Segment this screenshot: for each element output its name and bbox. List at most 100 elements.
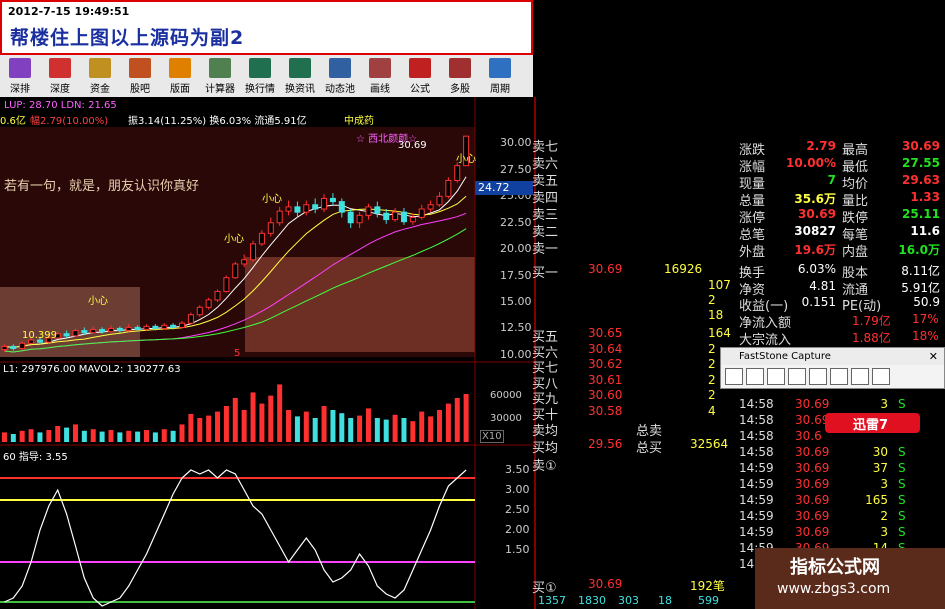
capture-rect-icon[interactable] (767, 368, 785, 385)
overlay-text: 若有一句，就是，朋友认识你真好 (4, 179, 200, 194)
volume-bar (188, 414, 194, 442)
buy-row-vol-0: 164 (708, 326, 731, 340)
indicator-tick-2: 2.50 (505, 503, 530, 516)
toolbar-label: 深排 (10, 84, 30, 95)
candle-body (214, 290, 221, 301)
candle-body (99, 329, 106, 333)
toolbar-button-11[interactable]: 多股 (440, 55, 480, 97)
tick-time-1: 14:58 (739, 413, 774, 427)
faststone-toolbar (725, 368, 890, 385)
tick-time-3: 14:58 (739, 445, 774, 459)
big-inflow-label: 大宗流入 (739, 333, 792, 348)
tick-vol-6: 165 (865, 493, 888, 507)
buy-row-price-3: 30.61 (588, 372, 623, 387)
capture-window-icon[interactable] (725, 368, 743, 385)
candle-body (19, 342, 26, 350)
candle-body (90, 329, 97, 334)
toolbar-button-6[interactable]: 换行情 (240, 55, 280, 97)
faststone-close-button[interactable]: ✕ (929, 348, 938, 365)
candle-body (179, 322, 186, 328)
volume-bar (72, 424, 78, 442)
marker-xiaoxin-2: 小心 (224, 234, 244, 245)
price-tick-3: 22.50 (500, 215, 532, 229)
candle-body (10, 345, 17, 350)
volume-bar (436, 410, 442, 442)
price-tick-4: 20.00 (500, 242, 532, 256)
volume-bar (259, 403, 265, 442)
toolbar-button-12[interactable]: 周期 (480, 55, 520, 97)
toolbar-button-9[interactable]: 画线 (360, 55, 400, 97)
sell-label-6: 卖一 (532, 242, 559, 257)
toolbar-button-10[interactable]: 公式 (400, 55, 440, 97)
indicator-header: 60 指导: 3.55 (3, 452, 68, 463)
volume-bar (135, 431, 141, 442)
volume-bar (179, 424, 185, 442)
candle-body (107, 327, 114, 333)
toolbar-button-8[interactable]: 动态池 (320, 55, 360, 97)
candle-body (63, 333, 70, 337)
bottom-num-0: 1357 (538, 594, 566, 607)
buy-row-price-0: 30.65 (588, 326, 623, 340)
buy-avg-price: 29.56 (588, 437, 623, 451)
indicator-tick-1: 3.00 (505, 483, 530, 496)
marker-xiaoxin-4: 小心 (456, 154, 476, 165)
volume-bar (321, 406, 327, 442)
toolbar-button-4[interactable]: 版面 (160, 55, 200, 97)
volume-bar (64, 427, 70, 442)
toolbar-label: 资金 (90, 84, 110, 95)
marker-five: 5 (234, 348, 241, 359)
stock-chart[interactable] (0, 97, 534, 609)
tick-side-3: S (898, 445, 906, 459)
bar-chart-icon (9, 58, 31, 78)
tick-price-6: 30.69 (795, 493, 830, 507)
sell-circle-label: 卖① (532, 459, 557, 474)
toolbar-button-2[interactable]: 资金 (80, 55, 120, 97)
toolbar-button-7[interactable]: 换资讯 (280, 55, 320, 97)
top-black-area (533, 0, 945, 55)
monitor-icon (249, 58, 271, 78)
chart-header-lup: LUP: 28.70 LDN: 21.65 (4, 100, 117, 111)
candle-body (303, 204, 310, 213)
capture-settings-icon[interactable] (851, 368, 869, 385)
news-icon (289, 58, 311, 78)
xunlei-badge[interactable]: 迅雷7 (825, 413, 920, 433)
capture-scroll-icon[interactable] (830, 368, 848, 385)
tick-time-6: 14:59 (739, 493, 774, 507)
toolbar-button-0[interactable]: 深排 (0, 55, 40, 97)
tick-price-0: 30.69 (795, 397, 830, 411)
volume-bar (348, 418, 354, 442)
buy-row-vol-3: 2 (708, 372, 716, 387)
capture-full-icon[interactable] (809, 368, 827, 385)
candle-body (338, 201, 345, 213)
price-tick-7: 12.50 (500, 321, 532, 335)
faststone-title: FastStone Capture (721, 348, 944, 365)
candle-body (81, 330, 88, 334)
volume-bar (143, 430, 149, 442)
volume-bar (206, 415, 212, 442)
tick-time-0: 14:58 (739, 397, 774, 411)
watermark-title: 指标公式网 (790, 557, 880, 578)
stat-value-4: 30.69 (798, 207, 836, 221)
tick-vol-5: 3 (880, 477, 888, 491)
capture-freehand-icon[interactable] (788, 368, 806, 385)
candle-body (427, 204, 434, 210)
candle-body (445, 179, 452, 197)
photo-overlay-2 (245, 257, 475, 352)
volume-bar (330, 410, 336, 442)
toolbar-button-1[interactable]: 深度 (40, 55, 80, 97)
capture-output-icon[interactable] (872, 368, 890, 385)
f9-key-icon (49, 58, 71, 78)
faststone-capture-window[interactable]: FastStone Capture ✕ (720, 347, 945, 389)
current-price: 24.72 (478, 181, 510, 194)
volume-bar (374, 418, 380, 442)
volume-bar (428, 416, 434, 442)
capture-object-icon[interactable] (746, 368, 764, 385)
volume-bar (55, 426, 61, 442)
candle-body (329, 197, 336, 203)
extra-vol-1: 2 (708, 293, 716, 307)
toolbar-button-5[interactable]: 计算器 (200, 55, 240, 97)
toolbar-button-3[interactable]: 股吧 (120, 55, 160, 97)
stat2-value2-0: 8.11亿 (901, 264, 940, 278)
stat-value2-3: 1.33 (910, 190, 940, 204)
candle-body (392, 211, 399, 221)
